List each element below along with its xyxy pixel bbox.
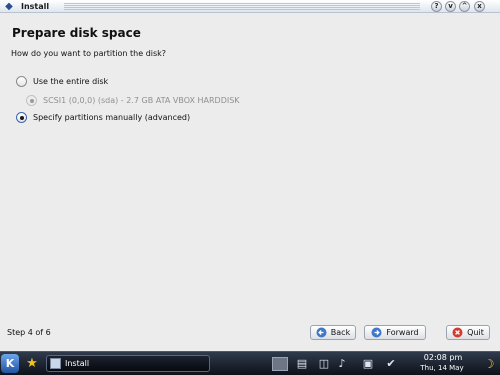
night-moon-icon[interactable]: ☽ xyxy=(482,357,496,371)
minimize-button[interactable]: v xyxy=(445,1,456,12)
kmenu-icon[interactable]: K xyxy=(1,354,19,373)
page-title: Prepare disk space xyxy=(12,26,141,40)
quit-button[interactable]: Quit xyxy=(446,325,490,340)
connection-icon[interactable]: ✔ xyxy=(383,357,399,371)
desktop-pager-icon[interactable] xyxy=(272,357,288,371)
use-entire-disk-radio[interactable] xyxy=(16,76,27,87)
disk-sda-radio xyxy=(26,95,37,106)
clock-date[interactable]: Thu, 14 May xyxy=(414,363,470,373)
install-window-icon xyxy=(50,358,61,369)
manual-partitioning-radio[interactable] xyxy=(16,112,27,123)
network-icon[interactable]: ▤ xyxy=(294,357,310,371)
back-label: Back xyxy=(330,328,351,337)
quit-label: Quit xyxy=(467,328,484,337)
maximize-button[interactable]: ^ xyxy=(459,1,470,12)
forward-arrow-icon xyxy=(371,327,382,338)
step-indicator: Step 4 of 6 xyxy=(7,328,51,337)
klipper-icon[interactable]: ◫ xyxy=(316,357,332,371)
usb-device-icon[interactable]: ▣ xyxy=(360,357,376,371)
forward-button[interactable]: Forward xyxy=(364,325,426,340)
use-entire-disk-label[interactable]: Use the entire disk xyxy=(33,77,108,87)
taskbar-item-label: Install xyxy=(65,359,90,368)
back-arrow-icon xyxy=(316,327,327,338)
quit-icon xyxy=(452,327,463,338)
titlebar-decoration xyxy=(64,3,420,10)
taskbar-item-install[interactable]: Install xyxy=(46,355,210,372)
close-button[interactable]: x xyxy=(474,1,485,12)
home-folder-icon[interactable]: ★ xyxy=(22,354,42,373)
disk-sda-label: SCSI1 (0,0,0) (sda) - 2.7 GB ATA VBOX HA… xyxy=(43,95,240,105)
clock-time[interactable]: 02:08 pm xyxy=(417,353,469,363)
window-titlebar[interactable]: ◆ Install ? v ^ x xyxy=(0,0,500,13)
window-menu-icon[interactable]: ◆ xyxy=(3,1,15,12)
manual-partitioning-label[interactable]: Specify partitions manually (advanced) xyxy=(33,113,190,123)
volume-icon[interactable]: ♪ xyxy=(334,357,350,371)
window-title: Install xyxy=(21,2,50,11)
option-disk-sda: SCSI1 (0,0,0) (sda) - 2.7 GB ATA VBOX HA… xyxy=(26,95,240,106)
partition-question: How do you want to partition the disk? xyxy=(11,49,167,58)
forward-label: Forward xyxy=(386,328,419,337)
back-button[interactable]: Back xyxy=(310,325,356,340)
option-manual-partitioning[interactable]: Specify partitions manually (advanced) xyxy=(16,112,190,123)
help-button[interactable]: ? xyxy=(431,1,442,12)
option-use-entire-disk[interactable]: Use the entire disk xyxy=(16,76,108,87)
